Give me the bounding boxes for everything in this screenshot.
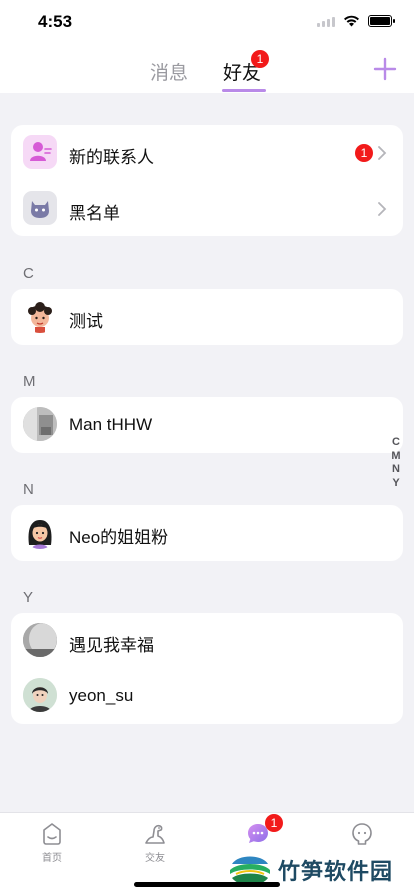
contact-row[interactable]: 遇见我幸福 xyxy=(11,613,403,669)
contact-name: yeon_su xyxy=(69,686,134,705)
new-contacts-label: 新的联系人 xyxy=(69,148,154,167)
tab-social-label: 交友 xyxy=(145,853,165,864)
tab-messages[interactable]: 消息 xyxy=(150,58,188,85)
contact-name: 遇见我幸福 xyxy=(69,636,154,655)
avatar xyxy=(23,678,57,712)
section-letter-m: M xyxy=(23,373,36,390)
contact-row[interactable]: Man tHHW xyxy=(11,397,403,453)
profile-icon xyxy=(352,823,372,845)
tab-home[interactable]: 首页 xyxy=(22,821,82,864)
index-letter-y[interactable]: Y xyxy=(392,477,399,491)
tab-profile[interactable] xyxy=(332,821,392,849)
signal-icon xyxy=(317,15,335,27)
tab-social[interactable]: 交友 xyxy=(125,821,185,864)
status-icons xyxy=(317,15,395,27)
avatar xyxy=(23,407,57,441)
home-indicator xyxy=(134,882,280,887)
contact-row[interactable]: Neo的姐姐粉 xyxy=(11,505,403,561)
section-n-card: Neo的姐姐粉 xyxy=(11,505,403,561)
section-c-card: 测试 xyxy=(11,289,403,345)
plus-icon[interactable] xyxy=(372,56,398,82)
contact-name: 测试 xyxy=(69,312,103,331)
avatar xyxy=(23,299,57,333)
section-letter-y: Y xyxy=(23,589,34,606)
avatar xyxy=(23,623,57,657)
alphabet-index-bar[interactable]: C M N Y xyxy=(389,436,403,490)
home-icon xyxy=(43,823,61,845)
chevron-right-icon xyxy=(378,202,387,216)
chat-badge: 1 xyxy=(265,814,283,832)
dinosaur-icon xyxy=(145,824,165,844)
tab-underline xyxy=(222,89,266,92)
section-letter-c: C xyxy=(23,265,34,282)
index-letter-c[interactable]: C xyxy=(392,436,400,450)
section-y-card: 遇见我幸福 yeon_su xyxy=(11,613,403,724)
new-contact-icon xyxy=(23,135,57,169)
blacklist-label: 黑名单 xyxy=(69,204,120,223)
new-contacts-row[interactable]: 新的联系人 1 xyxy=(11,125,403,181)
new-contacts-badge: 1 xyxy=(355,144,373,162)
wifi-icon xyxy=(344,15,359,27)
status-time: 4:53 xyxy=(38,12,73,31)
header: 消息 好友 1 xyxy=(0,46,414,93)
contact-name: Man tHHW xyxy=(69,415,153,434)
battery-icon xyxy=(368,15,395,27)
blacklist-row[interactable]: 黑名单 xyxy=(11,181,403,237)
contact-row[interactable]: 测试 xyxy=(11,289,403,345)
contact-row[interactable]: yeon_su xyxy=(11,668,403,724)
friends-badge: 1 xyxy=(251,50,269,68)
chevron-right-icon xyxy=(378,146,387,160)
section-m-card: Man tHHW xyxy=(11,397,403,453)
contact-name: Neo的姐姐粉 xyxy=(69,528,169,547)
avatar xyxy=(23,515,57,549)
status-bar: 4:53 xyxy=(0,0,414,46)
blacklist-icon xyxy=(23,191,57,225)
section-letter-n: N xyxy=(23,481,34,498)
top-card: 新的联系人 1 黑名单 xyxy=(11,125,403,236)
tab-home-label: 首页 xyxy=(42,853,62,864)
index-letter-n[interactable]: N xyxy=(392,463,400,477)
index-letter-m[interactable]: M xyxy=(391,450,400,464)
watermark-text: 竹笋软件园 xyxy=(278,859,394,884)
